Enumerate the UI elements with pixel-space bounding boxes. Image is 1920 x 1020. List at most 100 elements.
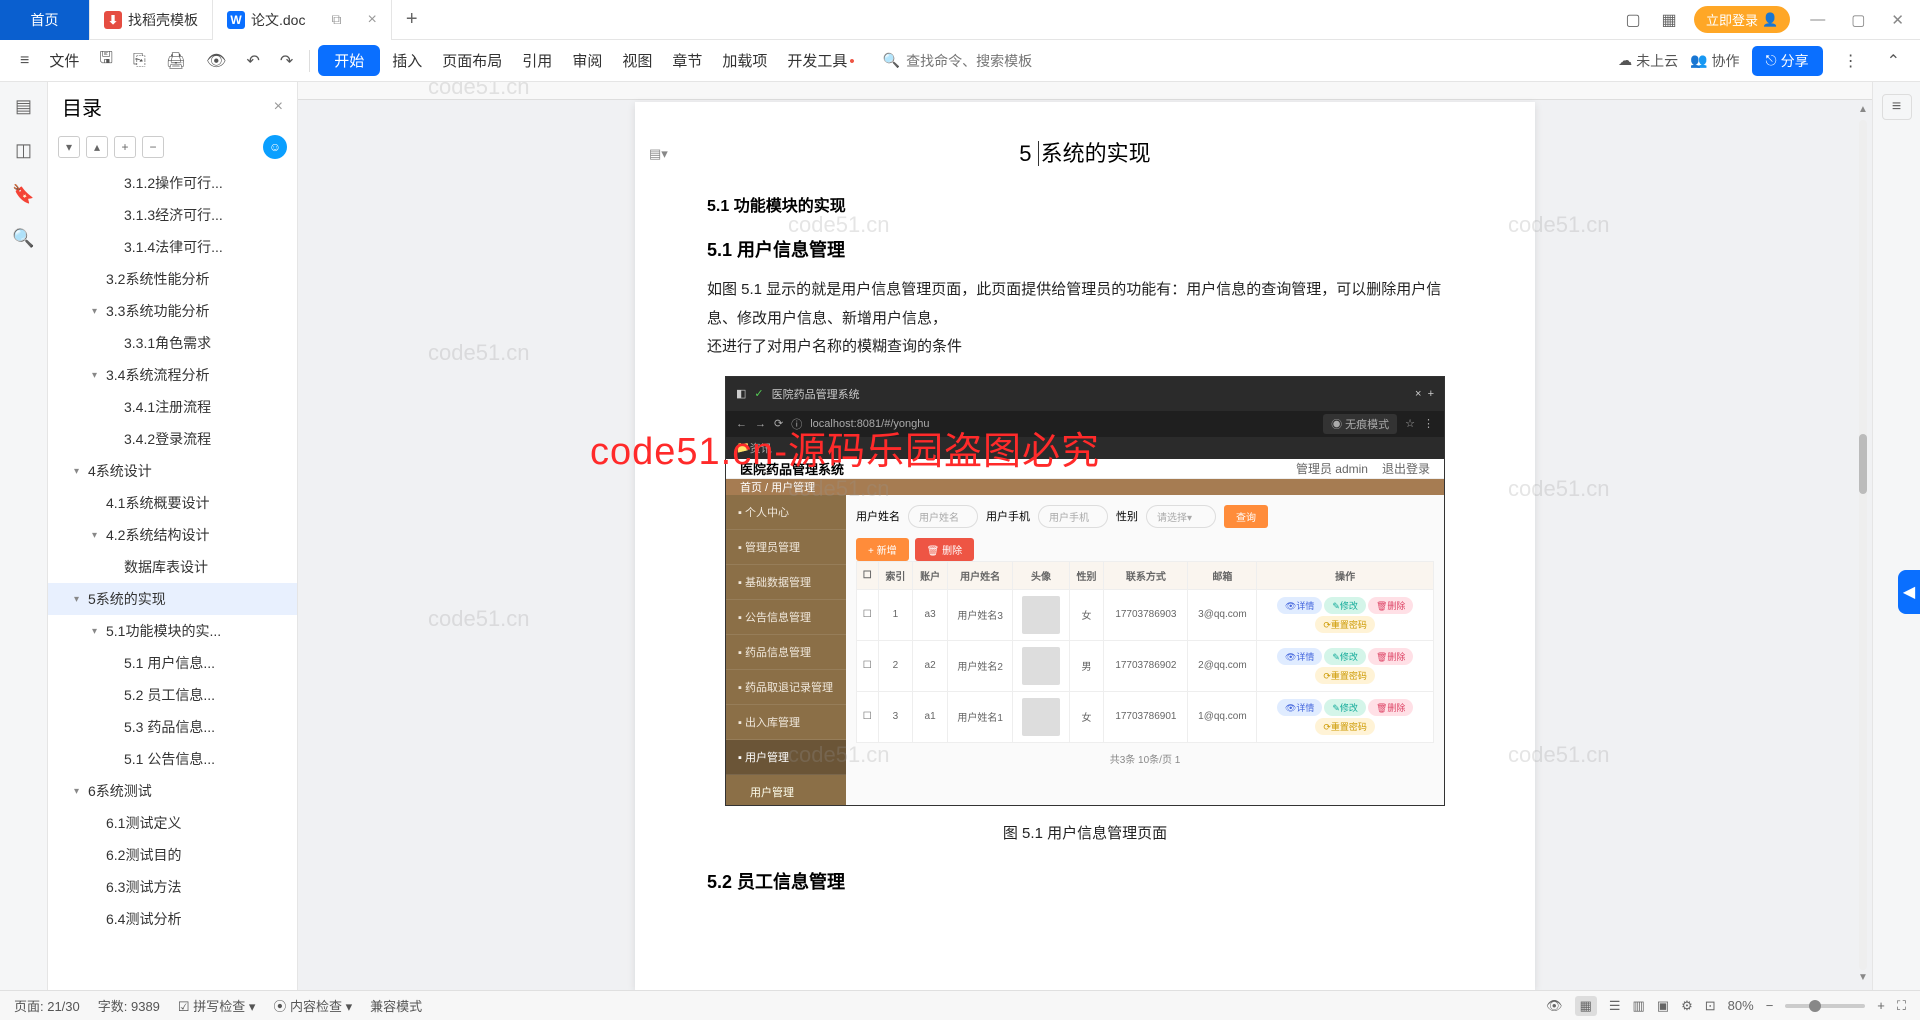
menu-pagelayout[interactable]: 页面布局	[434, 46, 510, 75]
outline-item[interactable]: 5.3 药品信息...	[48, 711, 297, 743]
menu-insert[interactable]: 插入	[384, 46, 430, 75]
settings-icon[interactable]: ⚙	[1681, 998, 1693, 1014]
minimize-button[interactable]: —	[1804, 11, 1831, 28]
view-page-icon[interactable]: ▦	[1575, 996, 1597, 1016]
outline-item[interactable]: 6.2测试目的	[48, 839, 297, 871]
outline-item[interactable]: 6.4测试分析	[48, 903, 297, 935]
outline-item[interactable]: ▾3.3系统功能分析	[48, 295, 297, 327]
outline-rail-icon[interactable]: ▤	[12, 94, 36, 118]
outline-item[interactable]: 3.2系统性能分析	[48, 263, 297, 295]
outline-item[interactable]: 3.4.1注册流程	[48, 391, 297, 423]
menu-devtools[interactable]: 开发工具•	[779, 46, 862, 75]
outline-list[interactable]: 3.1.2操作可行...3.1.3经济可行...3.1.4法律可行...3.2系…	[48, 163, 297, 990]
maximize-button[interactable]: ▢	[1845, 11, 1871, 29]
outline-item[interactable]: 3.3.1角色需求	[48, 327, 297, 359]
outline-item[interactable]: 数据库表设计	[48, 551, 297, 583]
word-count[interactable]: 字数: 9389	[98, 996, 160, 1015]
preview-icon[interactable]: 👁	[198, 47, 234, 75]
outline-item[interactable]: 3.1.2操作可行...	[48, 167, 297, 199]
print-icon[interactable]: 🖨	[158, 47, 194, 75]
undo-icon[interactable]: ↶	[238, 47, 267, 75]
coop-button[interactable]: 👥协作	[1690, 51, 1739, 71]
bookmark-rail-icon[interactable]: 🔖	[12, 182, 36, 206]
outline-item[interactable]: 6.3测试方法	[48, 871, 297, 903]
zoom-in-button[interactable]: +	[1877, 998, 1885, 1013]
search-rail-icon[interactable]: 🔍	[12, 226, 36, 250]
outline-item[interactable]: 4.1系统概要设计	[48, 487, 297, 519]
compat-mode: 兼容模式	[370, 996, 422, 1015]
scrollbar-thumb[interactable]	[1859, 434, 1867, 494]
side-tab-button[interactable]: ◀	[1898, 570, 1920, 614]
layout-icon[interactable]: ▢	[1622, 9, 1644, 31]
outline-item[interactable]: 3.1.4法律可行...	[48, 231, 297, 263]
zoom-slider[interactable]	[1785, 1004, 1865, 1008]
outline-item[interactable]: 3.1.3经济可行...	[48, 199, 297, 231]
fullscreen-icon[interactable]: ⛶	[1897, 998, 1906, 1014]
menu-view[interactable]: 视图	[614, 46, 660, 75]
view-outline-icon[interactable]: ☰	[1609, 998, 1621, 1014]
menu-start[interactable]: 开始	[318, 45, 380, 76]
collapse-all-button[interactable]: ▾	[58, 136, 80, 158]
outline-item[interactable]: ▾5系统的实现	[48, 583, 297, 615]
close-outline-icon[interactable]: ×	[274, 98, 283, 116]
content-check[interactable]: ⦿ 内容检查 ▾	[273, 996, 352, 1015]
outline-item[interactable]: 5.1 用户信息...	[48, 647, 297, 679]
outline-item[interactable]: 3.4.2登录流程	[48, 423, 297, 455]
menu-reference[interactable]: 引用	[514, 46, 560, 75]
page[interactable]: ▤▾ 5 系统的实现 5.1 功能模块的实现 5.1 用户信息管理 如图 5.1…	[635, 102, 1535, 990]
cloud-status[interactable]: ☁未上云	[1618, 51, 1678, 71]
ruler[interactable]	[298, 82, 1872, 100]
close-window-button[interactable]: ✕	[1885, 11, 1910, 29]
outline-item[interactable]: 6.1测试定义	[48, 807, 297, 839]
feedback-icon[interactable]: ☺	[263, 135, 287, 159]
close-tab-icon[interactable]: ×	[367, 11, 376, 29]
outline-title: 目录	[62, 92, 102, 121]
remove-button[interactable]: −	[142, 136, 164, 158]
page-indicator[interactable]: 页面: 21/30	[14, 996, 80, 1015]
expand-all-button[interactable]: ▴	[86, 136, 108, 158]
command-search[interactable]: 🔍	[883, 52, 1086, 69]
format-panel-button[interactable]: ≡	[1882, 94, 1912, 120]
menu-review[interactable]: 审阅	[564, 46, 610, 75]
tab-document[interactable]: W 论文.doc ⧉ ×	[213, 0, 392, 40]
zoom-out-button[interactable]: −	[1766, 998, 1774, 1013]
tab-template[interactable]: ⬇ 找稻壳模板	[90, 0, 213, 40]
outline-item[interactable]: 5.2 员工信息...	[48, 679, 297, 711]
heading-3: 5.1 用户信息管理	[707, 236, 1463, 262]
menu-chapter[interactable]: 章节	[664, 46, 710, 75]
redo-icon[interactable]: ↷	[272, 47, 301, 75]
tab-home[interactable]: 首页	[0, 0, 90, 40]
outline-item[interactable]: ▾3.4系统流程分析	[48, 359, 297, 391]
grid-icon[interactable]: ▦	[1658, 9, 1680, 31]
search-input[interactable]	[906, 53, 1086, 69]
margin-marker-icon: ▤▾	[649, 146, 668, 162]
menu-icon[interactable]: ≡	[12, 48, 37, 74]
add-button[interactable]: +	[114, 136, 136, 158]
outline-item[interactable]: ▾4系统设计	[48, 455, 297, 487]
more-icon[interactable]: ⋮	[1835, 47, 1867, 75]
zoom-label[interactable]: 80%	[1728, 998, 1754, 1013]
outline-item[interactable]: 5.1 公告信息...	[48, 743, 297, 775]
view-web-icon[interactable]: ▥	[1633, 998, 1645, 1014]
new-tab-button[interactable]: +	[392, 8, 432, 31]
outline-item[interactable]: ▾5.1功能模块的实...	[48, 615, 297, 647]
duplicate-icon[interactable]: ⧉	[331, 11, 341, 28]
nav-rail-icon[interactable]: ◫	[12, 138, 36, 162]
eyecare-icon[interactable]: 👁	[1546, 998, 1563, 1014]
left-rail: ▤ ◫ 🔖 🔍	[0, 82, 48, 990]
outline-item[interactable]: ▾6系统测试	[48, 775, 297, 807]
share-button[interactable]: ⎋分享	[1752, 46, 1823, 76]
collapse-icon[interactable]: ⌃	[1879, 47, 1908, 75]
embedded-screenshot: ◧✓医院药品管理系统× + ←→⟳ⓘlocalhost:8081/#/yongh…	[725, 376, 1445, 806]
spellcheck-toggle[interactable]: ☑ 拼写检查 ▾	[178, 996, 255, 1015]
zoom-fit-icon[interactable]: ⊡	[1705, 998, 1716, 1014]
login-button[interactable]: 立即登录 👤	[1694, 6, 1790, 33]
outline-item[interactable]: ▾4.2系统结构设计	[48, 519, 297, 551]
save-icon[interactable]: 🖫	[91, 43, 121, 78]
menu-addins[interactable]: 加载项	[714, 46, 775, 75]
view-read-icon[interactable]: ▣	[1657, 998, 1669, 1014]
titlebar: 首页 ⬇ 找稻壳模板 W 论文.doc ⧉ × + ▢ ▦ 立即登录 👤 — ▢…	[0, 0, 1920, 40]
export-icon[interactable]: ⎘	[125, 48, 154, 74]
file-menu[interactable]: 文件	[41, 46, 87, 75]
vertical-scrollbar[interactable]: ▲ ▼	[1856, 104, 1870, 986]
